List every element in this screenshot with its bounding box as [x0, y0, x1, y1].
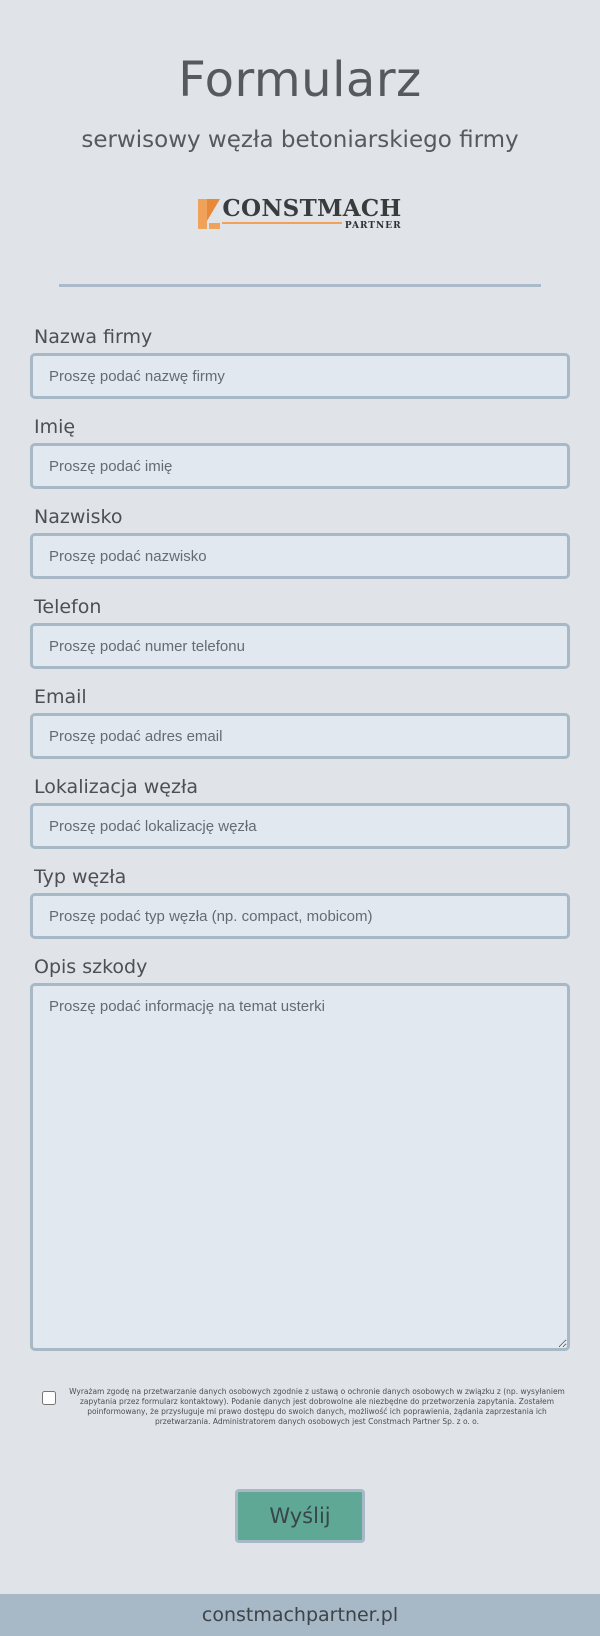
label-phone: Telefon: [34, 596, 102, 618]
logo-partner: PARTNER: [344, 221, 402, 231]
logo-accent-line: [222, 222, 343, 224]
footer-link[interactable]: constmachpartner.pl: [202, 1604, 398, 1626]
submit-button[interactable]: Wyślij: [235, 1489, 365, 1543]
label-first-name: Imię: [34, 416, 76, 438]
input-node-type[interactable]: [30, 893, 570, 939]
input-phone[interactable]: [30, 623, 570, 669]
label-location: Lokalizacja węzła: [34, 776, 199, 798]
field-email: Email: [30, 683, 570, 759]
label-company-name: Nazwa firmy: [34, 326, 153, 348]
field-node-type: Typ węzła: [30, 863, 570, 939]
input-location[interactable]: [30, 803, 570, 849]
input-company-name[interactable]: [30, 353, 570, 399]
field-location: Lokalizacja węzła: [30, 773, 570, 849]
page-title: Formularz: [178, 52, 422, 108]
field-description: Opis szkody: [30, 953, 570, 1351]
page-subtitle: serwisowy węzła betoniarskiego firmy: [81, 127, 519, 153]
field-last-name: Nazwisko: [30, 503, 570, 579]
label-last-name: Nazwisko: [34, 506, 123, 528]
logo-wordmark: CONSTMACH: [222, 195, 402, 222]
constmach-logo-mark-icon: [198, 199, 221, 229]
consent-row: Wyrażam zgodę na przetwarzanie danych os…: [30, 1387, 570, 1427]
input-last-name[interactable]: [30, 533, 570, 579]
service-form: Nazwa firmy Imię Nazwisko Telefon Email …: [30, 323, 570, 1543]
constmach-logo: CONSTMACH PARTNER: [190, 194, 410, 234]
input-first-name[interactable]: [30, 443, 570, 489]
field-company-name: Nazwa firmy: [30, 323, 570, 399]
textarea-description[interactable]: [30, 983, 570, 1351]
footer: constmachpartner.pl: [0, 1594, 600, 1636]
field-first-name: Imię: [30, 413, 570, 489]
input-email[interactable]: [30, 713, 570, 759]
submit-wrap: Wyślij: [30, 1489, 570, 1543]
consent-text: Wyrażam zgodę na przetwarzanie danych os…: [69, 1387, 565, 1426]
label-description: Opis szkody: [34, 956, 148, 978]
consent-checkbox[interactable]: [42, 1391, 56, 1405]
label-node-type: Typ węzła: [34, 866, 127, 888]
page-header: Formularz serwisowy węzła betoniarskiego…: [0, 0, 600, 287]
label-email: Email: [34, 686, 87, 708]
field-phone: Telefon: [30, 593, 570, 669]
header-divider: [59, 284, 541, 287]
